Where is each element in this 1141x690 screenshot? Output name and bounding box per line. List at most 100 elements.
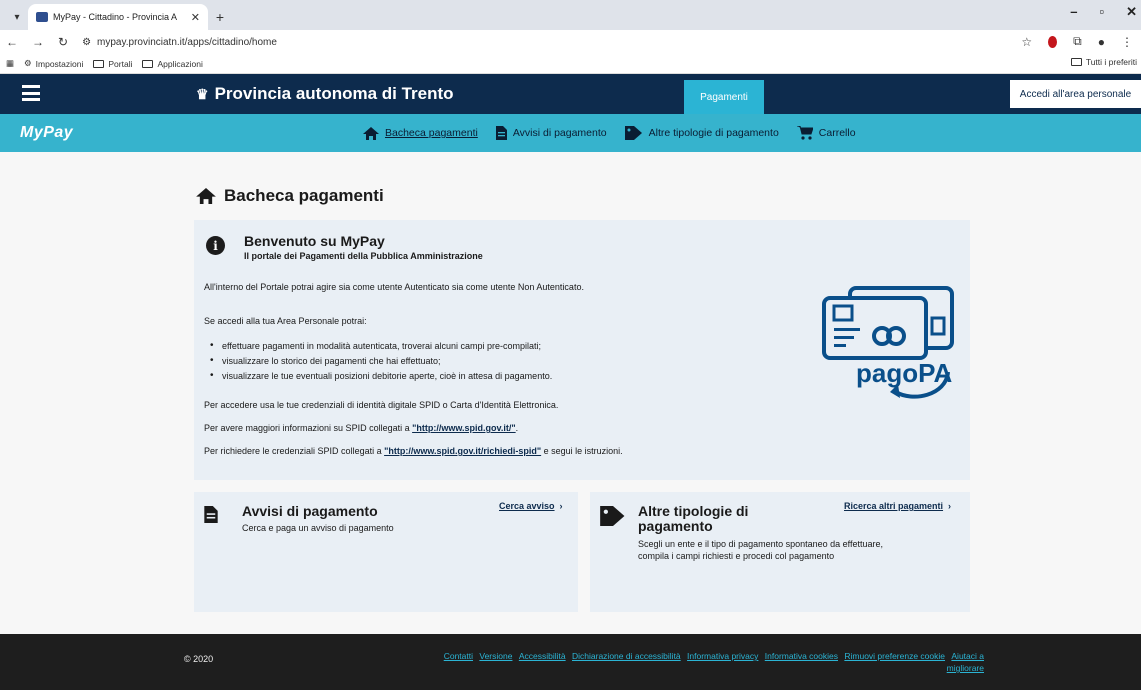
tab-search-chevron-icon[interactable]: ▾ <box>6 4 28 30</box>
list-item: visualizzare lo storico dei pagamenti ch… <box>210 355 552 366</box>
browser-tab[interactable]: MyPay - Cittadino - Provincia A ✕ <box>28 4 208 30</box>
subnav-label: Altre tipologie di pagamento <box>648 127 779 139</box>
mypay-logo[interactable]: MyPay <box>20 124 73 142</box>
all-bookmarks[interactable]: Tutti i preferiti <box>1070 57 1137 67</box>
link-label: Cerca avviso <box>499 501 555 511</box>
footer-link-accessibilita[interactable]: Accessibilità <box>519 651 566 661</box>
bookmark-label: Portali <box>108 58 133 69</box>
cred-suffix: e segui le istruzioni. <box>541 446 623 456</box>
browser-tabbar: ▾ MyPay - Cittadino - Provincia A ✕ + – … <box>0 0 1141 30</box>
card-title: Avvisi di pagamento <box>242 503 378 519</box>
menu-kebab-icon[interactable]: ⋮ <box>1121 35 1133 49</box>
pagopa-logo-text: pagoPA <box>856 358 953 388</box>
site-header: ♛ Provincia autonoma di Trento Pagamenti… <box>0 74 1141 114</box>
subnav-altre-tipologie[interactable]: Altre tipologie di pagamento <box>624 114 779 152</box>
site-title[interactable]: ♛ Provincia autonoma di Trento <box>196 84 454 104</box>
footer-link-versione[interactable]: Versione <box>479 651 512 661</box>
subnav-carrello[interactable]: Carrello <box>796 114 856 152</box>
forward-icon[interactable]: → <box>32 35 44 49</box>
profile-icon[interactable]: ● <box>1098 35 1105 49</box>
features-list: effettuare pagamenti in modalità autenti… <box>210 340 552 386</box>
subnav-label: Bacheca pagamenti <box>385 127 478 139</box>
card-description: Scegli un ente e il tipo di pagamento sp… <box>638 539 884 549</box>
footer-link-dichiarazione[interactable]: Dichiarazione di accessibilità <box>572 651 681 661</box>
footer-link-contatti[interactable]: Contatti <box>444 651 473 661</box>
subnav-label: Avvisi di pagamento <box>512 127 607 139</box>
extensions-puzzle-icon[interactable]: ⧉ <box>1073 34 1082 49</box>
tab-title: MyPay - Cittadino - Provincia A <box>53 12 178 22</box>
tag-icon <box>600 506 625 526</box>
folder-icon <box>142 59 154 68</box>
welcome-title: Benvenuto su MyPay <box>244 233 385 249</box>
cerca-avviso-link[interactable]: Cerca avviso › <box>499 501 563 511</box>
document-icon <box>495 126 507 140</box>
bookmark-label: Impostazioni <box>35 58 84 69</box>
spid-info-line: Per avere maggiori informazioni su SPID … <box>204 423 518 433</box>
sub-navigation: MyPay Bacheca pagamenti Avvisi di pagame… <box>0 114 1141 152</box>
page-title: Bacheca pagamenti <box>196 186 384 206</box>
tag-icon <box>624 126 642 140</box>
reload-icon[interactable]: ↻ <box>58 35 68 49</box>
card-description: Cerca e paga un avviso di pagamento <box>242 523 394 533</box>
url-text: mypay.provinciatn.it/apps/cittadino/home <box>97 36 277 48</box>
bookmark-portali[interactable]: Portali <box>93 59 132 69</box>
chevron-right-icon: › <box>948 501 952 511</box>
link-label: Ricerca altri pagamenti <box>844 501 944 511</box>
tab-close-icon[interactable]: ✕ <box>191 11 200 24</box>
copyright: © 2020 <box>184 654 214 664</box>
new-tab-button[interactable]: + <box>208 4 232 30</box>
window-controls: – ▫ ✕ <box>1070 4 1137 20</box>
cred-prefix: Per richiedere le credenziali SPID colle… <box>204 446 385 456</box>
site-favicon-icon <box>36 12 48 22</box>
footer-link-aiutaci[interactable]: Aiutaci a migliorare <box>947 651 984 673</box>
bookmark-settings[interactable]: ⚙ Impostazioni <box>24 58 83 69</box>
minimize-icon[interactable]: – <box>1070 4 1077 20</box>
info-suffix: . <box>515 423 519 433</box>
list-item: effettuare pagamenti in modalità autenti… <box>210 340 552 351</box>
footer-link-rimuovi-preferenze[interactable]: Rimuovi preferenze cookie <box>844 651 945 661</box>
welcome-panel: i Benvenuto su MyPay Il portale dei Paga… <box>194 220 970 480</box>
address-bar: ← → ↻ ⚙ mypay.provinciatn.it/apps/cittad… <box>0 30 1141 54</box>
hamburger-menu-icon[interactable] <box>22 85 40 101</box>
folder-icon <box>93 59 105 68</box>
footer-link-privacy[interactable]: Informativa privacy <box>687 651 758 661</box>
back-icon[interactable]: ← <box>6 35 18 49</box>
list-item: visualizzare le tue eventuali posizioni … <box>210 370 552 381</box>
spid-info-link[interactable]: "http://www.spid.gov.it/" <box>412 423 516 433</box>
card-title: Altre tipologie di pagamento <box>638 503 749 534</box>
apps-grid-icon[interactable]: ▦ <box>6 58 14 69</box>
area-intro: Se accedi alla tua Area Personale potrai… <box>204 316 367 326</box>
site-info-icon[interactable]: ⚙ <box>82 37 91 48</box>
bookmarks-bar: ▦ ⚙ Impostazioni Portali Applicazioni Tut… <box>0 54 1141 74</box>
folder-icon <box>1070 58 1082 66</box>
info-prefix: Per avere maggiori informazioni su SPID … <box>204 423 413 433</box>
card-avvisi: Avvisi di pagamento Cerca e paga un avvi… <box>194 492 578 612</box>
spid-credentials-line: Per richiedere le credenziali SPID colle… <box>204 446 623 456</box>
spid-request-link[interactable]: "http://www.spid.gov.it/richiedi-spid" <box>384 446 541 456</box>
subnav-avvisi[interactable]: Avvisi di pagamento <box>495 114 607 152</box>
subnav-bacheca[interactable]: Bacheca pagamenti <box>363 114 478 152</box>
login-button[interactable]: Accedi all'area personale <box>1010 80 1141 108</box>
bookmark-label: Applicazioni <box>157 58 203 69</box>
close-window-icon[interactable]: ✕ <box>1126 4 1137 20</box>
site-footer: © 2020 Contatti Versione Accessibilità D… <box>0 634 1141 690</box>
bookmark-label: Tutti i preferiti <box>1085 57 1137 67</box>
nav-pagamenti[interactable]: Pagamenti <box>684 80 764 114</box>
footer-link-cookies[interactable]: Informativa cookies <box>765 651 838 661</box>
subnav-label: Carrello <box>818 127 856 139</box>
page-title-text: Bacheca pagamenti <box>224 186 384 205</box>
footer-links: Contatti Versione Accessibilità Dichiara… <box>424 650 984 674</box>
card-altre-tipologie: Altre tipologie di pagamento Scegli un e… <box>590 492 970 612</box>
info-icon: i <box>206 236 225 255</box>
site-title-text: Provincia autonoma di Trento <box>214 84 454 103</box>
chevron-right-icon: › <box>559 501 563 511</box>
bookmark-star-icon[interactable]: ☆ <box>1021 35 1032 49</box>
ricerca-altri-pagamenti-link[interactable]: Ricerca altri pagamenti › <box>844 501 951 511</box>
restore-icon[interactable]: ▫ <box>1099 4 1104 20</box>
welcome-subtitle: Il portale dei Pagamenti della Pubblica … <box>244 251 483 261</box>
extension-icon[interactable] <box>1048 35 1058 48</box>
gear-icon: ⚙ <box>24 58 32 68</box>
url-field[interactable]: ⚙ mypay.provinciatn.it/apps/cittadino/ho… <box>82 37 277 48</box>
cart-icon <box>796 126 813 140</box>
bookmark-applicazioni[interactable]: Applicazioni <box>142 58 203 69</box>
